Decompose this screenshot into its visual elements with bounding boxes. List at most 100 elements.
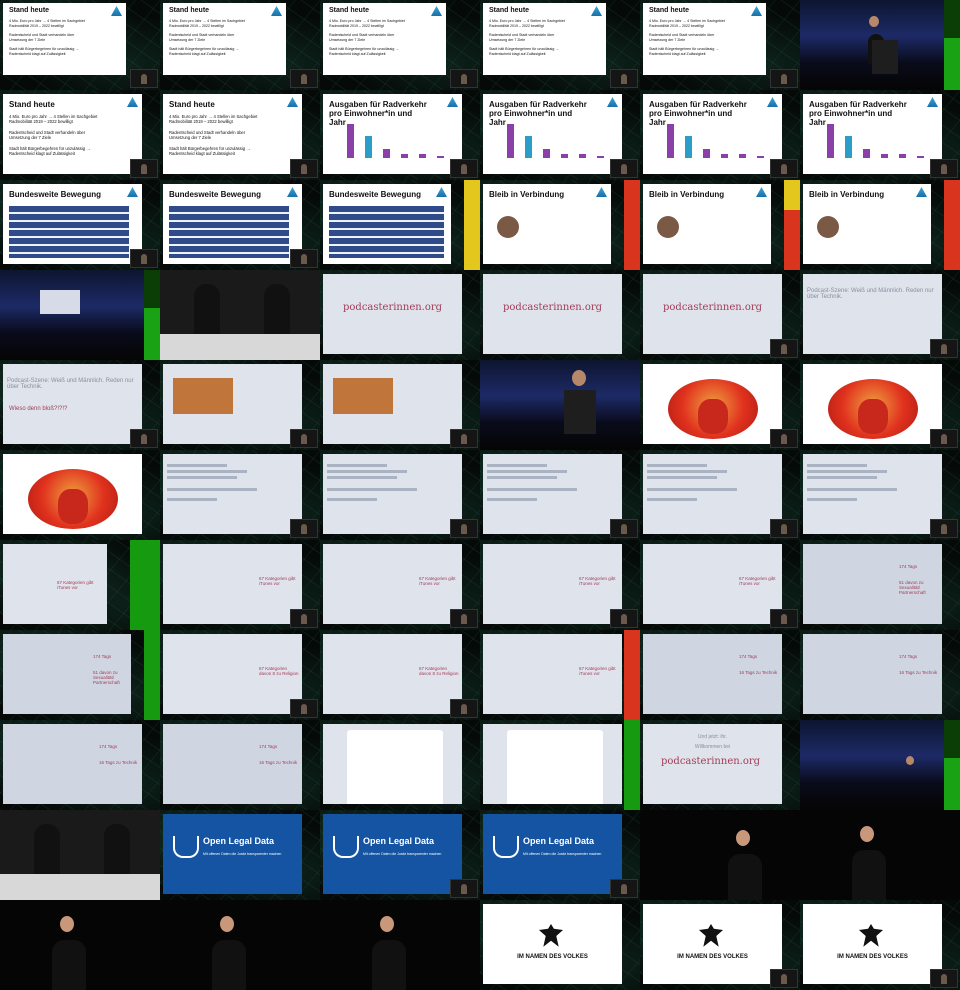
speaker-pip xyxy=(450,69,478,88)
thumb-podcast-3[interactable]: podcasterinnen.org xyxy=(640,270,800,360)
thumb-tags-2[interactable]: 174 Tags 51 davon zu Sexualität/ Partner… xyxy=(0,630,160,720)
podcast-domain: podcasterinnen.org xyxy=(661,756,761,767)
slide-title: Stand heute xyxy=(489,7,530,14)
thumb-kat-8[interactable]: 67 Kategorien gibt iTunes vor xyxy=(480,630,640,720)
thumb-stand-5[interactable]: Stand heute 4 Mio. Euro pro Jahr → 4 Ste… xyxy=(640,0,800,90)
thumb-stand-3[interactable]: Stand heute 4 Mio. Euro pro Jahr → 4 Ste… xyxy=(320,0,480,90)
thumb-tweet-2[interactable] xyxy=(480,720,640,810)
thumb-stand-1[interactable]: Stand heute 4 Mio. Euro pro Jahr → 4 Ste… xyxy=(0,0,160,90)
thumb-podcast-1[interactable]: podcasterinnen.org xyxy=(320,270,480,360)
thumb-list-4[interactable] xyxy=(640,450,800,540)
scale-icon xyxy=(173,836,199,858)
speaker-pip xyxy=(610,609,638,628)
thumb-ausgaben-4[interactable]: Ausgaben für Radverkehr pro Einwohner*in… xyxy=(800,90,960,180)
slide-bullet: 4 Mio. Euro pro Jahr → 4 Stellen im Sach… xyxy=(169,114,258,124)
thumb-kat-4[interactable]: 67 Kategorien gibt iTunes vor xyxy=(480,540,640,630)
thumb-kat-7[interactable]: 67 Kategorien davon 8 zu Religion xyxy=(320,630,480,720)
projection-screen xyxy=(40,290,80,314)
thumb-podcast-2[interactable]: podcasterinnen.org xyxy=(480,270,640,360)
thumb-kat-2[interactable]: 67 Kategorien gibt iTunes vor xyxy=(160,540,320,630)
thumb-speaker-f-5[interactable] xyxy=(320,900,480,990)
thumb-kat-6[interactable]: 67 Kategorien davon 8 zu Religion xyxy=(160,630,320,720)
speaker-pip xyxy=(930,969,958,988)
thumb-tags-4[interactable]: 174 Tags 16 Tags zu Technik xyxy=(800,630,960,720)
speaker-pip xyxy=(930,339,958,358)
thumb-kat-3[interactable]: 67 Kategorien gibt iTunes vor xyxy=(320,540,480,630)
slide-text: 16 Tags zu Technik xyxy=(99,760,138,765)
thumb-stage-wide[interactable] xyxy=(0,270,160,360)
table xyxy=(160,334,320,360)
status-strip xyxy=(944,0,960,90)
thumb-bleib-3[interactable]: Bleib in Verbindung xyxy=(800,180,960,270)
thumb-speaker-f-1[interactable] xyxy=(640,810,800,900)
thumb-openlegal-1[interactable]: Open Legal Data Mit offenen Daten die Ju… xyxy=(160,810,320,900)
thumb-stage-speaker[interactable] xyxy=(800,0,960,90)
thumb-stand-4[interactable]: Stand heute 4 Mio. Euro pro Jahr → 4 Ste… xyxy=(480,0,640,90)
thumb-list-2[interactable] xyxy=(320,450,480,540)
thumb-bleib-1[interactable]: Bleib in Verbindung xyxy=(480,180,640,270)
slide-text: 174 Tags xyxy=(899,564,918,569)
status-strip xyxy=(944,720,960,810)
thumb-ausgaben-3[interactable]: Ausgaben für Radverkehr pro Einwohner*in… xyxy=(640,90,800,180)
status-strip xyxy=(784,180,800,210)
thumb-kat-5[interactable]: 67 Kategorien gibt iTunes vor xyxy=(640,540,800,630)
thumb-stage-dark[interactable] xyxy=(800,720,960,810)
status-strip xyxy=(144,630,160,720)
thumb-list-1[interactable] xyxy=(160,450,320,540)
slide-bullet: Stadt hält Bürgerbegehren für unzulässig… xyxy=(9,47,79,56)
thumb-list-3[interactable] xyxy=(480,450,640,540)
thumb-stage-lectern[interactable] xyxy=(480,360,640,450)
thumb-volkes-3[interactable]: IM NAMEN DES VOLKES xyxy=(800,900,960,990)
thumb-panel-table[interactable] xyxy=(160,270,320,360)
thumb-scene-2[interactable]: Podcast-Szene: Weiß und Männlich. Reden … xyxy=(0,360,160,450)
thumb-volkes-2[interactable]: IM NAMEN DES VOLKES xyxy=(640,900,800,990)
slide-title: Open Legal Data xyxy=(523,836,595,846)
thumb-panel-2[interactable] xyxy=(0,810,160,900)
slide-bullet: Radentscheid und Stadt verhandeln über U… xyxy=(169,33,235,42)
slide-title: Stand heute xyxy=(649,7,690,14)
logo-icon xyxy=(596,187,607,197)
status-strip xyxy=(784,210,800,270)
thumb-tags-5[interactable]: 174 Tags 16 Tags zu Technik xyxy=(0,720,160,810)
thumb-willkommen[interactable]: Und jetzt: ihr. Willkommen bei podcaster… xyxy=(640,720,800,810)
thumb-stand-2[interactable]: Stand heute 4 Mio. Euro pro Jahr → 4 Ste… xyxy=(160,0,320,90)
thumb-bewegung-2[interactable]: Bundesweite Bewegung xyxy=(160,180,320,270)
avatar xyxy=(657,216,679,238)
speaker-head xyxy=(572,370,586,386)
thumb-ausgaben-2[interactable]: Ausgaben für Radverkehr pro Einwohner*in… xyxy=(480,90,640,180)
thumb-speaker-f-2[interactable] xyxy=(800,810,960,900)
thumb-photo-2[interactable] xyxy=(320,360,480,450)
thumb-speaker-f-3[interactable] xyxy=(0,900,160,990)
thumb-bleib-2[interactable]: Bleib in Verbindung xyxy=(640,180,800,270)
thumb-anger-1[interactable] xyxy=(640,360,800,450)
thumb-bewegung-3[interactable]: Bundesweite Bewegung xyxy=(320,180,480,270)
thumb-tweet-1[interactable] xyxy=(320,720,480,810)
thumb-volkes-1[interactable]: IM NAMEN DES VOLKES xyxy=(480,900,640,990)
thumb-bewegung-1[interactable]: Bundesweite Bewegung xyxy=(0,180,160,270)
thumb-tags-3[interactable]: 174 Tags 16 Tags zu Technik xyxy=(640,630,800,720)
slide-title: Ausgaben für Radverkehr pro Einwohner*in… xyxy=(489,100,587,127)
thumb-photo-1[interactable] xyxy=(160,360,320,450)
thumb-scene-1[interactable]: Podcast-Szene: Weiß und Männlich. Reden … xyxy=(800,270,960,360)
speaker-pip xyxy=(130,159,158,178)
thumb-openlegal-3[interactable]: Open Legal Data Mit offenen Daten die Ju… xyxy=(480,810,640,900)
avatar xyxy=(817,216,839,238)
slide-title: Bundesweite Bewegung xyxy=(9,190,102,199)
slide-title: Ausgaben für Radverkehr pro Einwohner*in… xyxy=(809,100,907,127)
anger-figure xyxy=(668,379,758,439)
thumb-tags-6[interactable]: 174 Tags 16 Tags zu Technik xyxy=(160,720,320,810)
thumb-openlegal-2[interactable]: Open Legal Data Mit offenen Daten die Ju… xyxy=(320,810,480,900)
slide-title: Stand heute xyxy=(9,7,50,14)
speaker-pip xyxy=(770,429,798,448)
thumb-ausgaben-1[interactable]: Ausgaben für Radverkehr pro Einwohner*in… xyxy=(320,90,480,180)
thumb-kat-1[interactable]: 67 Kategorien gibt iTunes vor xyxy=(0,540,160,630)
thumb-anger-2[interactable] xyxy=(800,360,960,450)
thumb-list-5[interactable] xyxy=(800,450,960,540)
thumb-stand-big-1[interactable]: Stand heute 4 Mio. Euro pro Jahr → 4 Ste… xyxy=(0,90,160,180)
thumb-stand-big-2[interactable]: Stand heute 4 Mio. Euro pro Jahr → 4 Ste… xyxy=(160,90,320,180)
thumb-anger-3[interactable] xyxy=(0,450,160,540)
speaker-pip xyxy=(610,159,638,178)
slide-bullet: 4 Mio. Euro pro Jahr → 4 Stellen im Sach… xyxy=(9,114,98,124)
thumb-speaker-f-4[interactable] xyxy=(160,900,320,990)
thumb-tags-1[interactable]: 174 Tags 51 davon zu Sexualität/ Partner… xyxy=(800,540,960,630)
